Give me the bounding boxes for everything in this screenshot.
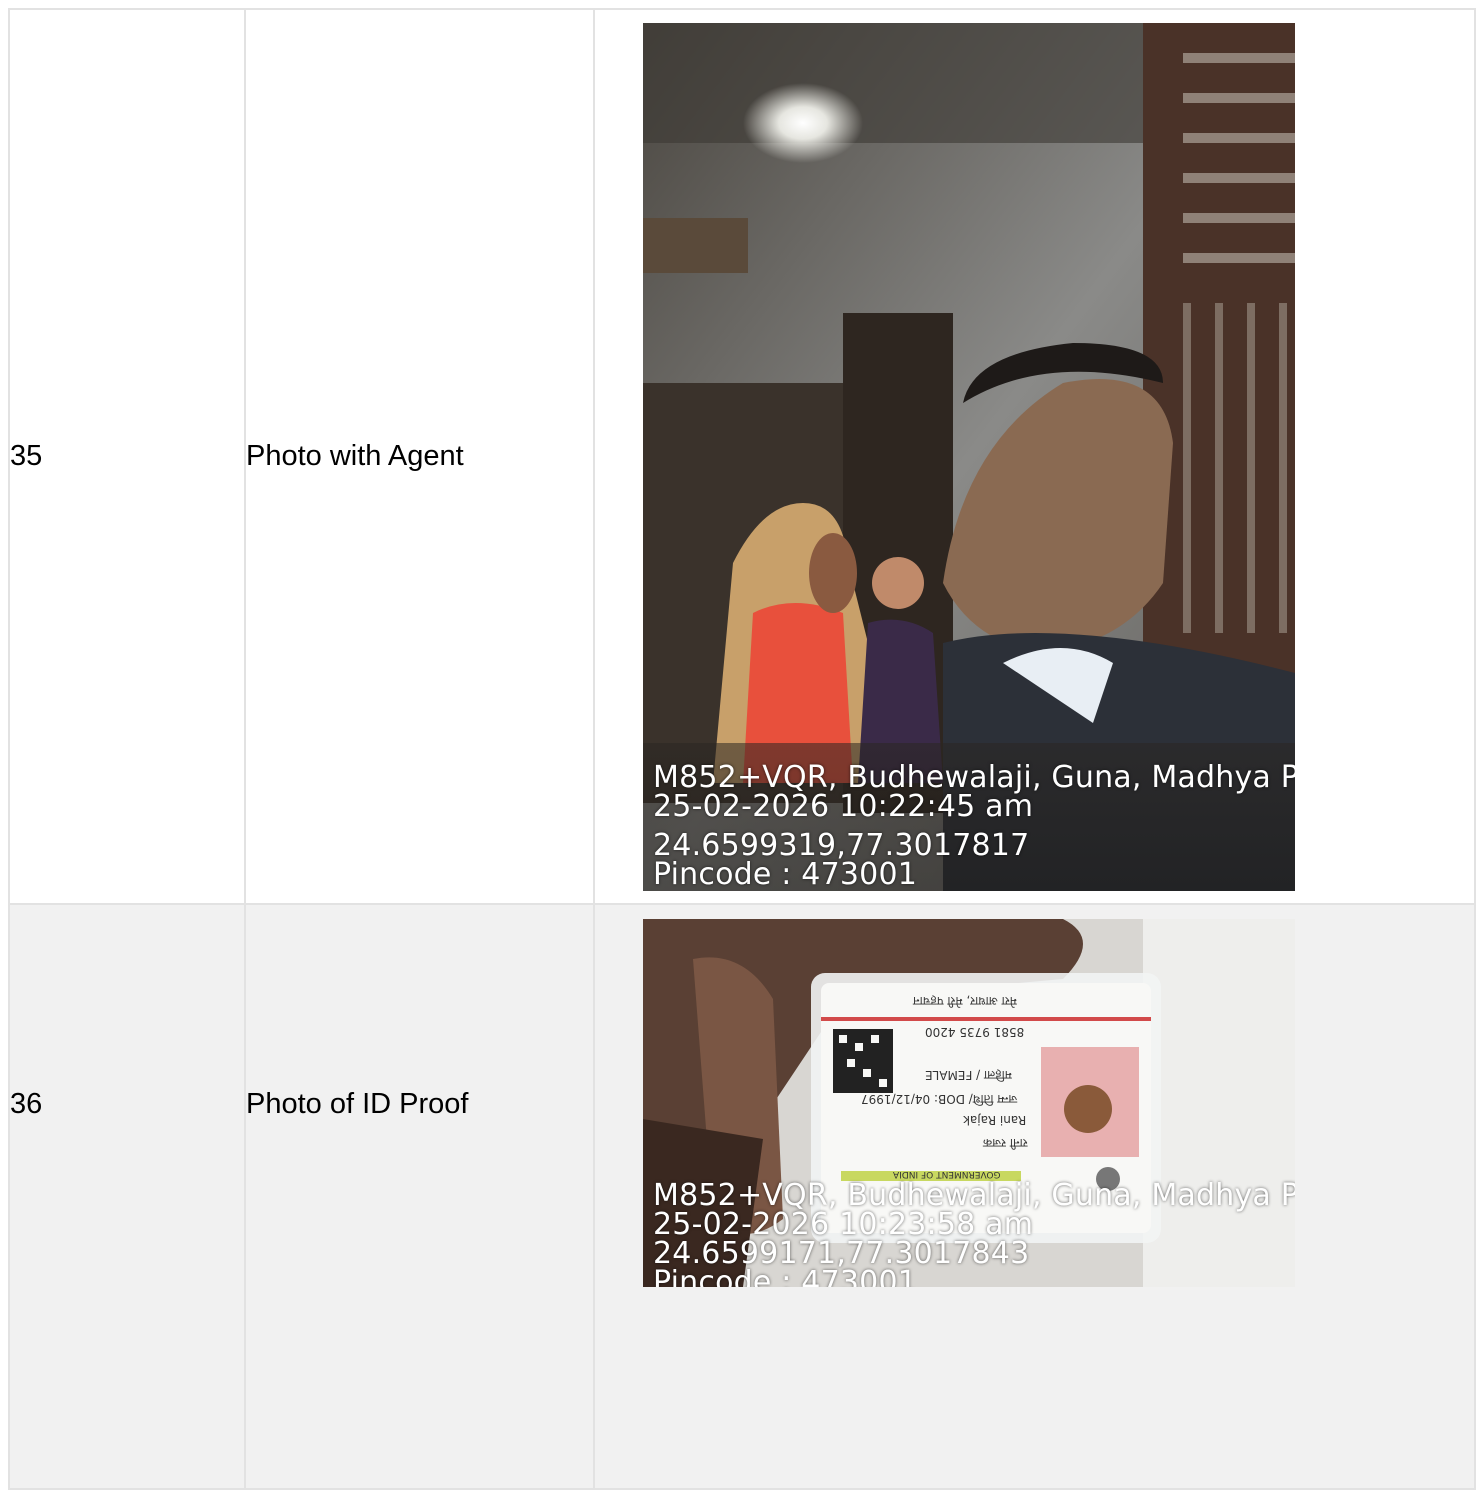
table-row: 35 Photo with Agent M852+VQR, Budhewalaj… <box>8 8 1476 905</box>
card-title: मेरा आधार, मेरी पहचान <box>913 994 1017 1008</box>
geo-stamp: M852+VQR, Budhewalaji, Guna, Madhya Pra … <box>653 1178 1295 1288</box>
stamp-pincode: Pincode : 473001 <box>653 856 918 891</box>
card-name: Rani Rajak <box>963 1113 1027 1127</box>
row-label: Photo with Agent <box>244 8 595 905</box>
stamp-datetime: 25-02-2026 10:23:58 am <box>653 1207 1034 1242</box>
stamp-address: M852+VQR, Budhewalaji, Guna, Madhya Pra <box>653 1178 1295 1213</box>
stamp-address: M852+VQR, Budhewalaji, Guna, Madhya Pra <box>653 759 1295 795</box>
photo-cell: M852+VQR, Budhewalaji, Guna, Madhya Pra … <box>593 8 1476 905</box>
row-number: 36 <box>8 903 246 1490</box>
card-name-hindi: रानी रजक <box>983 1136 1028 1150</box>
photo-id-card[interactable]: मेरा आधार, मेरी पहचान 8581 9735 4200 महि… <box>643 919 1295 1287</box>
verification-table: 35 Photo with Agent M852+VQR, Budhewalaj… <box>8 8 1476 1490</box>
photo-cell: मेरा आधार, मेरी पहचान 8581 9735 4200 महि… <box>593 903 1476 1490</box>
stamp-datetime: 25-02-2026 10:22:45 am <box>653 788 1034 824</box>
photo-agent-selfie[interactable]: M852+VQR, Budhewalaji, Guna, Madhya Pra … <box>643 22 1295 891</box>
stamp-coords: 24.6599319,77.3017817 <box>653 827 1030 863</box>
card-gender: महिला / FEMALE <box>925 1068 1012 1082</box>
table-row: 36 Photo of ID Proof मेरा आधार, मेरी पहच… <box>8 903 1476 1490</box>
row-label: Photo of ID Proof <box>244 903 595 1490</box>
card-dob: जन्म तिथि/ DOB: 04/12/1997 <box>861 1092 1018 1106</box>
geo-stamp: M852+VQR, Budhewalaji, Guna, Madhya Pra … <box>653 759 1295 891</box>
stamp-coords: 24.6599171,77.3017843 <box>653 1236 1030 1271</box>
row-number: 35 <box>8 8 246 905</box>
card-id-number: 8581 9735 4200 <box>925 1025 1025 1039</box>
